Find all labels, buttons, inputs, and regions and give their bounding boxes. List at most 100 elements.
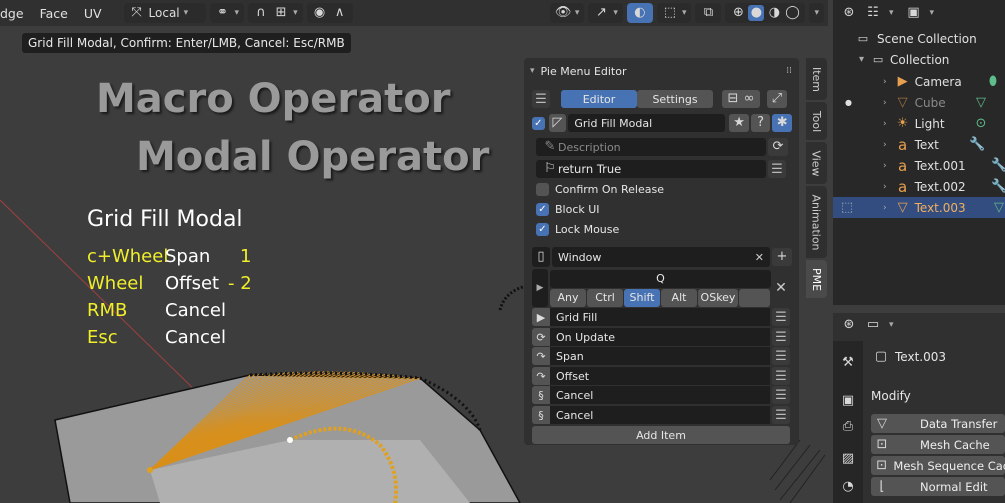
add-keymap-button[interactable]: + bbox=[772, 248, 792, 266]
wireframe-shading-icon[interactable]: ⊕ bbox=[730, 5, 746, 21]
output-tab-icon[interactable]: ⎙ bbox=[840, 419, 856, 435]
tool-tab-icon[interactable]: ⚒ bbox=[840, 355, 856, 371]
tab-editor[interactable]: Editor bbox=[561, 90, 637, 108]
filter-icon[interactable]: ▣ bbox=[906, 5, 922, 21]
solid-shading-icon[interactable]: ● bbox=[748, 5, 765, 21]
outliner-item[interactable]: › a Text.002 🔧 bbox=[833, 176, 1005, 197]
modifier-alt[interactable]: Alt bbox=[661, 288, 697, 307]
chevron-down-icon[interactable]: ▾ bbox=[859, 54, 864, 65]
chevron-right-icon[interactable]: › bbox=[883, 182, 887, 192]
pm-item-label[interactable]: Span bbox=[550, 347, 770, 365]
hotkey-expand-button[interactable]: ▶ bbox=[532, 269, 548, 307]
render-tab-icon[interactable]: ▣ bbox=[840, 393, 856, 409]
tab-tool[interactable]: Tool bbox=[806, 102, 827, 140]
pm-item-label[interactable]: Cancel bbox=[550, 406, 770, 424]
option-block-ui[interactable]: ✓ Block UI bbox=[536, 203, 600, 216]
outliner-item[interactable]: › a Text 🔧 bbox=[833, 134, 1005, 155]
modifier-shift[interactable]: Shift bbox=[624, 288, 660, 307]
favorite-button[interactable]: ★ bbox=[729, 114, 749, 132]
menu-uv[interactable]: UV bbox=[76, 6, 110, 21]
add-modifier-mesh-cache[interactable]: ⊡ Mesh Cache bbox=[871, 435, 1005, 454]
drag-handle-icon[interactable]: ⁞⁞ bbox=[786, 66, 792, 76]
chevron-right-icon[interactable]: › bbox=[883, 203, 887, 213]
gizmo-toggle[interactable]: ↗ ▾ bbox=[588, 3, 623, 23]
tab-pme[interactable]: PME bbox=[806, 260, 827, 298]
outliner-collection[interactable]: ▾ ▭ Collection bbox=[833, 49, 1005, 70]
shading-options-dropdown[interactable]: ▾ bbox=[809, 3, 824, 23]
modifier-ctrl[interactable]: Ctrl bbox=[587, 288, 623, 307]
keymap-field[interactable]: Window ✕ bbox=[552, 247, 770, 267]
import-export-button[interactable]: ⊟ ∞ bbox=[722, 90, 760, 108]
visibility-dropdown[interactable]: 👁 ▾ bbox=[549, 3, 585, 23]
pm-item[interactable]: ↷ Span ☰ bbox=[532, 347, 790, 365]
block-ui-checkbox[interactable]: ✓ bbox=[536, 203, 549, 216]
maximize-button[interactable]: ⤢ bbox=[767, 90, 787, 108]
modifier-any[interactable]: Any bbox=[550, 288, 586, 307]
close-icon[interactable]: ✕ bbox=[755, 251, 764, 264]
hotkey-key-field[interactable]: Q bbox=[550, 269, 771, 288]
collapse-arrow-icon[interactable]: ▾ bbox=[530, 66, 535, 76]
pm-item[interactable]: § Cancel ☰ bbox=[532, 386, 790, 404]
rendered-shading-icon[interactable]: ◯ bbox=[784, 5, 800, 21]
lock-mouse-checkbox[interactable]: ✓ bbox=[536, 223, 549, 236]
menu-enabled-checkbox[interactable]: ✓ bbox=[532, 116, 545, 130]
pivot-point-dropdown[interactable]: ⚭ ▾ bbox=[209, 3, 245, 23]
mesh-edit-overlays-dropdown[interactable]: ⬚ ▾ bbox=[656, 3, 692, 23]
shading-modes[interactable]: ⊕ ● ◑ ◯ bbox=[725, 3, 806, 23]
outliner-item-selected[interactable]: ⬚ › ▽ Text.003 ▽ bbox=[833, 197, 1005, 218]
help-button[interactable]: ? bbox=[750, 114, 771, 132]
item-menu-button[interactable]: ☰ bbox=[772, 406, 790, 424]
settings-button[interactable]: ✱ bbox=[772, 114, 792, 132]
pm-item[interactable]: ▶ Grid Fill ☰ bbox=[532, 308, 790, 326]
outliner-scene-collection[interactable]: ▭ Scene Collection bbox=[833, 28, 1005, 49]
outliner-item[interactable]: › ☀ Light ⊙ bbox=[833, 113, 1005, 134]
pm-item-label[interactable]: Offset bbox=[550, 367, 770, 385]
tab-settings[interactable]: Settings bbox=[637, 90, 713, 108]
poll-field[interactable]: ⚐ return True bbox=[536, 160, 766, 178]
confirm-on-release-checkbox[interactable] bbox=[536, 183, 549, 196]
properties-editor-icon[interactable]: ⊛ bbox=[841, 317, 857, 333]
item-menu-button[interactable]: ☰ bbox=[772, 367, 790, 385]
chevron-right-icon[interactable]: › bbox=[883, 119, 887, 129]
outliner-item[interactable]: ● › ▽ Cube ▽ bbox=[833, 92, 1005, 113]
chevron-right-icon[interactable]: › bbox=[883, 161, 887, 171]
pm-item-label[interactable]: Cancel bbox=[550, 386, 770, 404]
hotkey-input-button[interactable]: ▯ bbox=[532, 247, 550, 267]
menu-edge[interactable]: dge bbox=[0, 6, 32, 21]
xray-toggle[interactable]: ⧉ bbox=[695, 3, 722, 23]
transform-orientation-dropdown[interactable]: ⤧ Local ▾ bbox=[123, 3, 206, 23]
menu-name-field[interactable]: Grid Fill Modal bbox=[568, 114, 726, 132]
scene-tab-icon[interactable]: ◔ bbox=[840, 479, 856, 495]
modifier-oskey[interactable]: OSkey bbox=[698, 288, 738, 307]
pm-item[interactable]: § Cancel ☰ bbox=[532, 406, 790, 424]
menu-face[interactable]: Face bbox=[32, 6, 76, 21]
chevron-right-icon[interactable]: › bbox=[883, 77, 887, 87]
tab-item[interactable]: Item bbox=[806, 58, 827, 100]
menu-list-button[interactable]: ☰ bbox=[532, 90, 550, 108]
item-menu-button[interactable]: ☰ bbox=[772, 308, 790, 326]
option-confirm-on-release[interactable]: Confirm On Release bbox=[536, 183, 664, 196]
tab-animation[interactable]: Animation bbox=[806, 186, 827, 258]
menu-type-button[interactable]: ◸ bbox=[548, 114, 567, 132]
pm-item-label[interactable]: On Update bbox=[550, 328, 770, 346]
tab-view[interactable]: View bbox=[806, 142, 827, 184]
pm-item[interactable]: ↷ Offset ☰ bbox=[532, 367, 790, 385]
display-icon[interactable]: ▭ bbox=[865, 317, 881, 333]
snap-toggle[interactable]: ∩ ⊞ ▾ bbox=[248, 3, 303, 23]
item-menu-button[interactable]: ☰ bbox=[772, 347, 790, 365]
outliner-item[interactable]: › a Text.001 🔧 bbox=[833, 155, 1005, 176]
chevron-right-icon[interactable]: › bbox=[883, 98, 887, 108]
item-menu-button[interactable]: ☰ bbox=[772, 386, 790, 404]
pm-item[interactable]: ⟳ On Update ☰ bbox=[532, 328, 790, 346]
modifier-key[interactable] bbox=[739, 288, 770, 307]
add-modifier-data-transfer[interactable]: ▽ Data Transfer bbox=[871, 414, 1005, 433]
view-layer-tab-icon[interactable]: ▨ bbox=[840, 451, 856, 467]
add-item-button[interactable]: Add Item bbox=[532, 426, 790, 444]
pm-item-label[interactable]: Grid Fill bbox=[550, 308, 770, 326]
add-modifier-mesh-sequence-cache[interactable]: ⊡ Mesh Sequence Cac bbox=[871, 456, 1005, 475]
add-modifier-normal-edit[interactable]: ⌊ Normal Edit bbox=[871, 477, 1005, 496]
material-shading-icon[interactable]: ◑ bbox=[766, 5, 782, 21]
proportional-edit-toggle[interactable]: ◉ ∧ bbox=[306, 3, 353, 23]
outliner-editor-icon[interactable]: ⊛ bbox=[841, 5, 857, 21]
poll-menu-button[interactable]: ☰ bbox=[768, 160, 786, 178]
